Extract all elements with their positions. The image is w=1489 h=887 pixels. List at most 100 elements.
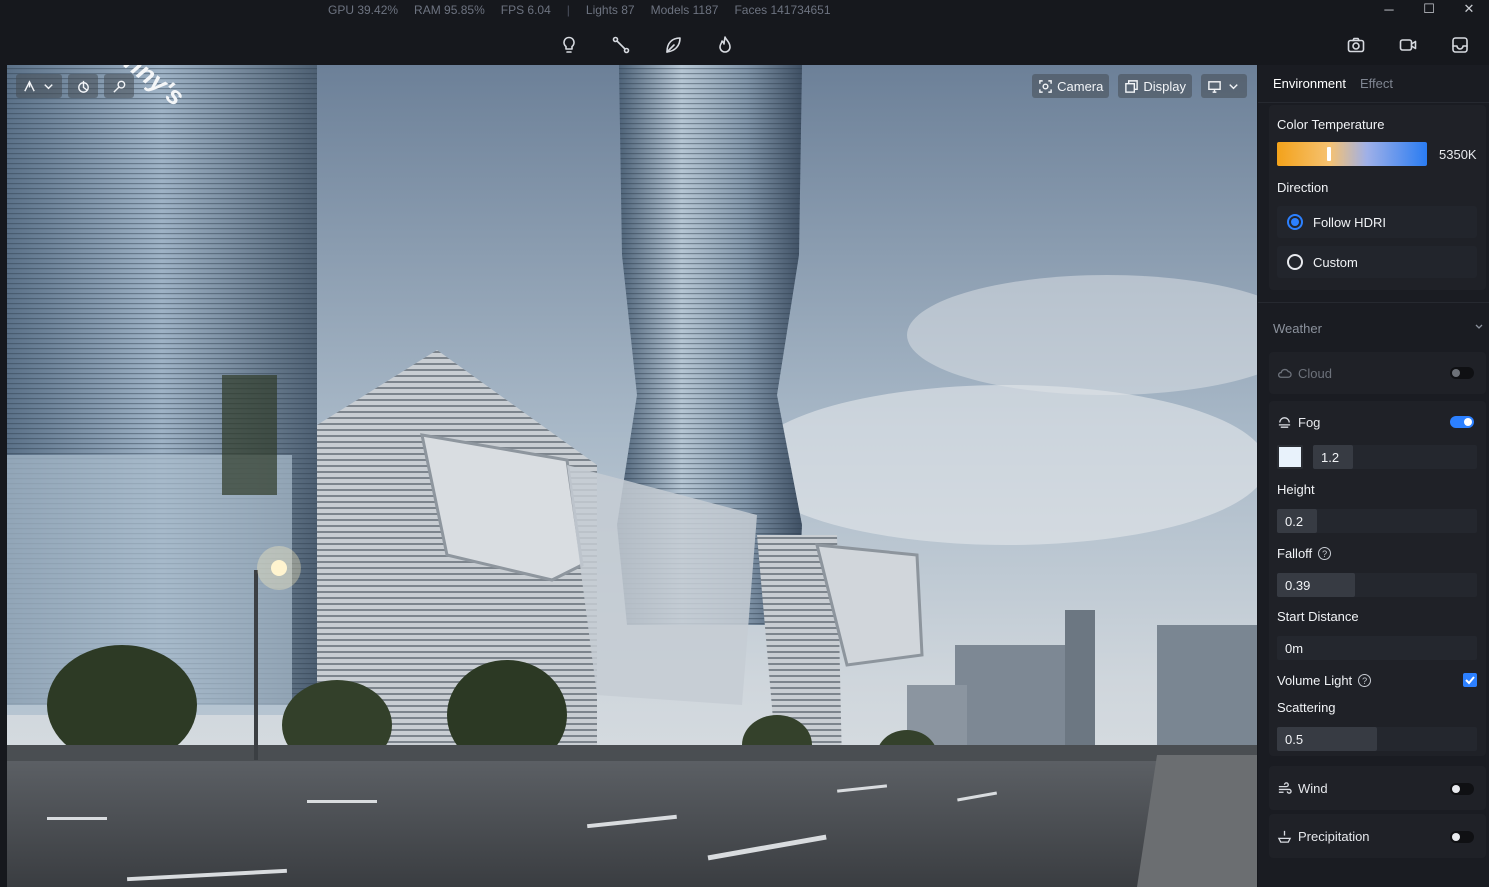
tab-effect[interactable]: Effect [1360, 76, 1393, 91]
label-text: Start Distance [1277, 609, 1359, 624]
models-stat: Models 1187 [650, 3, 719, 17]
cloud-header: Cloud [1277, 366, 1332, 381]
monitor-icon [1208, 80, 1221, 93]
label-text: Scattering [1277, 700, 1336, 715]
chevron-down-icon [1475, 324, 1483, 329]
help-icon[interactable]: ? [1358, 674, 1372, 687]
fog-start-distance-field[interactable]: 0m [1277, 636, 1477, 660]
display-button-label: Display [1143, 78, 1186, 94]
cloud-label: Cloud [1298, 366, 1332, 381]
lightbulb-icon[interactable] [558, 34, 580, 56]
minimize-button[interactable]: ─ [1369, 0, 1409, 18]
cloud-toggle[interactable] [1450, 367, 1474, 379]
scattering-field[interactable]: 0.5 [1277, 727, 1477, 751]
wind-label: Wind [1298, 781, 1328, 796]
fire-icon[interactable] [714, 34, 736, 56]
camera-button[interactable]: Camera [1032, 74, 1110, 98]
panel-tabs: Environment Effect [1258, 65, 1489, 103]
precipitation-row: Precipitation [1269, 814, 1486, 858]
volume-light-label: Volume Light ? [1277, 673, 1372, 688]
fog-density-value: 1.2 [1321, 450, 1340, 465]
wind-row: Wind [1269, 766, 1486, 810]
fog-height-value: 0.2 [1285, 514, 1304, 529]
app-window: GPU 39.42% RAM 95.85% FPS 6.04 | Lights … [0, 0, 1489, 887]
main-toolbar [0, 26, 1489, 64]
wind-toggle[interactable] [1450, 783, 1474, 795]
pivot-button[interactable] [68, 74, 98, 98]
direction-label: Direction [1277, 180, 1329, 195]
cloud-row: Cloud [1269, 352, 1486, 394]
direction-option-follow-hdri[interactable]: Follow HDRI [1277, 206, 1477, 238]
fog-header: Fog [1277, 415, 1320, 430]
fog-height-field[interactable]: 0.2 [1277, 509, 1477, 533]
radio-selected-icon [1287, 214, 1303, 230]
weather-section-title: Weather [1273, 321, 1322, 336]
transform-axis-icon [24, 79, 35, 92]
label-text: Volume Light [1277, 673, 1353, 688]
fog-falloff-field[interactable]: 0.39 [1277, 573, 1477, 597]
pin-icon [112, 80, 125, 93]
precipitation-icon [1277, 830, 1292, 843]
fog-toggle[interactable] [1450, 416, 1474, 428]
fog-falloff-label: Falloff ? [1277, 546, 1332, 561]
fps-stat: FPS 6.04 [500, 3, 551, 17]
tab-environment[interactable]: Environment [1273, 76, 1346, 91]
maximize-button[interactable]: ☐ [1409, 0, 1449, 18]
chevron-down-icon [44, 83, 53, 89]
fog-start-distance-value: 0m [1285, 641, 1304, 656]
toolbar-right [1345, 34, 1471, 56]
display-layers-icon [1125, 79, 1139, 93]
color-temperature-control: 5350K [1277, 142, 1477, 166]
wind-header: Wind [1277, 781, 1328, 796]
snap-button[interactable] [104, 74, 134, 98]
chevron-down-icon [1229, 83, 1238, 89]
slider-thumb[interactable] [1326, 147, 1331, 161]
volume-light-checkbox[interactable] [1463, 673, 1477, 687]
video-icon[interactable] [1397, 34, 1419, 56]
ram-stat: RAM 95.85% [414, 3, 485, 17]
divider [1258, 302, 1489, 303]
camera-frame-icon [1039, 79, 1052, 93]
toolbar-center [558, 34, 736, 56]
label-text: Height [1277, 482, 1315, 497]
color-temperature-value: 5350K [1439, 146, 1477, 162]
render-viewport[interactable]: nny's Camera Display [7, 65, 1257, 887]
fog-density-field[interactable]: 1.2 [1313, 445, 1477, 469]
help-icon[interactable]: ? [1318, 547, 1332, 560]
fog-icon [1278, 417, 1291, 428]
camera-button-label: Camera [1057, 78, 1104, 94]
weather-collapse-button[interactable] [1473, 319, 1485, 337]
display-button[interactable]: Display [1118, 74, 1192, 98]
label-text: Falloff [1277, 546, 1313, 561]
fog-color-swatch[interactable] [1277, 445, 1303, 469]
radio-unselected-icon [1287, 254, 1303, 270]
environment-panel: Environment Effect Color Temperature 535… [1258, 65, 1489, 887]
direction-option-custom[interactable]: Custom [1277, 246, 1477, 278]
option-label: Follow HDRI [1313, 214, 1386, 230]
precipitation-header: Precipitation [1277, 829, 1370, 844]
option-label: Custom [1313, 254, 1358, 270]
transform-gizmo-button[interactable] [16, 74, 62, 98]
path-tool-icon[interactable] [610, 34, 632, 56]
lights-stat: Lights 87 [585, 3, 635, 17]
scattering-value: 0.5 [1285, 732, 1304, 747]
precipitation-toggle[interactable] [1450, 831, 1474, 843]
scattering-label: Scattering [1277, 700, 1336, 715]
stats-separator: | [566, 3, 570, 17]
color-temperature-label: Color Temperature [1277, 117, 1385, 132]
cloud-icon [1277, 368, 1292, 378]
viewport-left-tools [16, 74, 134, 98]
gpu-stat: GPU 39.42% [328, 3, 399, 17]
leaf-icon[interactable] [662, 34, 684, 56]
color-temperature-slider[interactable] [1277, 142, 1427, 166]
camera-icon[interactable] [1345, 34, 1367, 56]
window-controls: ─ ☐ ✕ [1369, 0, 1489, 18]
checkmark-icon [1465, 676, 1475, 685]
fog-start-distance-label: Start Distance [1277, 609, 1359, 624]
close-button[interactable]: ✕ [1449, 0, 1489, 18]
pivot-icon [77, 80, 89, 93]
render-stats: GPU 39.42% RAM 95.85% FPS 6.04 | Lights … [328, 3, 831, 17]
inbox-icon[interactable] [1449, 34, 1471, 56]
view-mode-button[interactable] [1201, 74, 1247, 98]
faces-stat: Faces 141734651 [734, 3, 831, 17]
